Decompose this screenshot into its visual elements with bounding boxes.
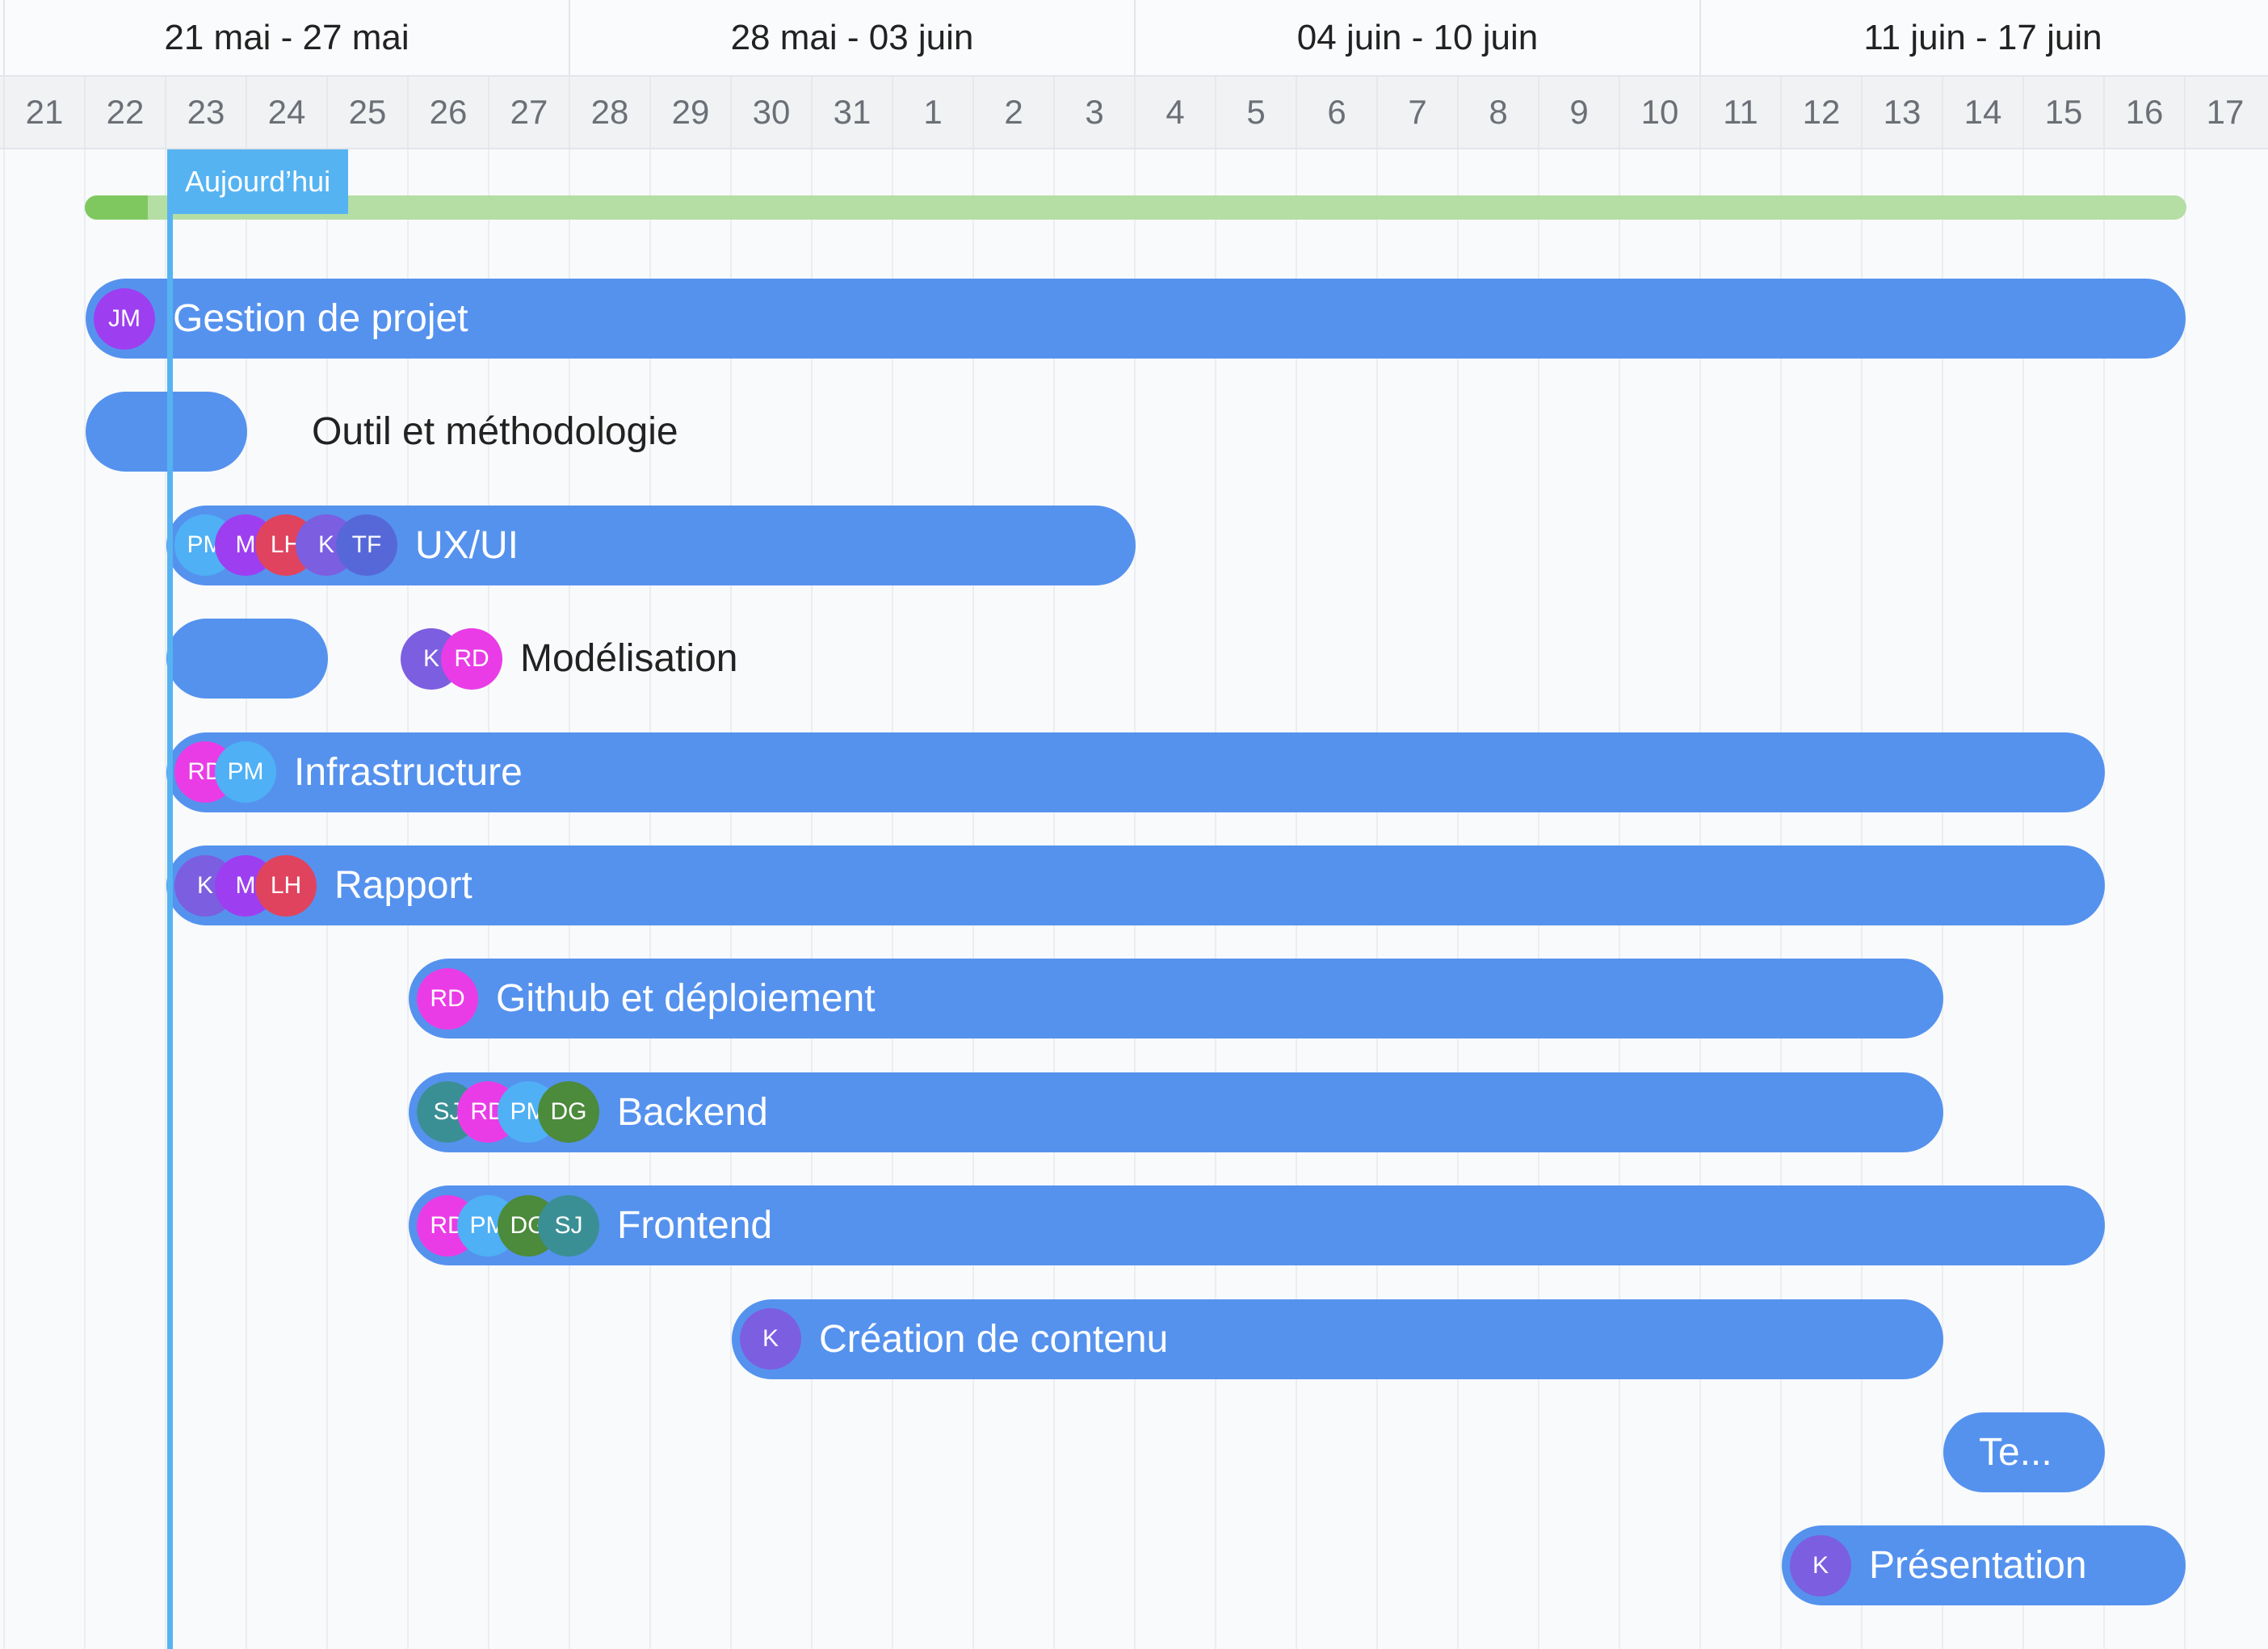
day-header: 24 (246, 77, 326, 148)
day-grid-line (165, 149, 166, 1649)
day-header: 2 (972, 77, 1053, 148)
task-label: Création de contenu (819, 1317, 1169, 1361)
day-header: 16 (2103, 77, 2184, 148)
avatar[interactable]: RD (417, 967, 478, 1030)
task-content: Te... (1951, 1412, 2052, 1492)
week-header-row: 21 mai - 27 mai 28 mai - 03 juin 04 juin -… (0, 0, 2268, 77)
task-label: Modélisation (520, 637, 738, 681)
task-content: PM M LH K TF UX/UI (174, 506, 519, 585)
task-content: RD Github et déploiement (417, 959, 876, 1038)
task-label: Github et déploiement (496, 977, 876, 1021)
day-header: 4 (1134, 77, 1215, 148)
day-header: 1 (892, 77, 972, 148)
day-header: 27 (488, 77, 569, 148)
task-content: K M LH Rapport (174, 845, 472, 925)
day-header: 3 (1053, 77, 1134, 148)
task-content: JM Gestion de projet (94, 279, 468, 359)
task-label: Gestion de projet (173, 297, 468, 340)
task-label: Infrastructure (294, 750, 523, 794)
task-label: Backend (617, 1090, 768, 1134)
day-header: 30 (730, 77, 811, 148)
task-content: RD PM Infrastructure (174, 732, 523, 812)
day-header: 23 (165, 77, 246, 148)
day-grid-line (84, 149, 86, 1649)
gantt-chart: 21 mai - 27 mai 28 mai - 03 juin 04 juin -… (0, 0, 2268, 1649)
week-header: 28 mai - 03 juin (569, 0, 1134, 75)
avatar[interactable]: DG (538, 1081, 599, 1143)
task-content: K Création de contenu (740, 1299, 1168, 1379)
day-header-row: 21 22 23 24 25 26 27 28 29 30 31 1 2 3 4 5 6 7 8 9 10 11 12 13 1… (0, 77, 2268, 149)
task-content: Outil et méthodologie (312, 392, 678, 472)
day-header: 9 (1538, 77, 1619, 148)
assignee-avatars: RD PM (174, 741, 276, 804)
today-marker-label[interactable]: Aujourd’hui (167, 149, 349, 214)
day-grid-line (2103, 149, 2105, 1649)
day-grid-line (3, 149, 5, 1649)
today-marker-line (167, 149, 173, 1649)
assignee-avatars: K (740, 1308, 801, 1370)
avatar[interactable]: SJ (538, 1194, 599, 1257)
avatar[interactable]: LH (255, 854, 317, 917)
task-label: Présentation (1869, 1544, 2087, 1588)
task-label: Te... (1979, 1431, 2052, 1474)
assignee-avatars: PM M LH K TF (174, 514, 397, 577)
assignee-avatars: K RD (401, 627, 502, 690)
day-grid-line (2184, 149, 2186, 1649)
day-header: 5 (1215, 77, 1296, 148)
task-bar[interactable] (166, 619, 328, 699)
task-label: Outil et méthodologie (312, 410, 678, 454)
avatar[interactable]: PM (215, 741, 276, 804)
day-header: 10 (1619, 77, 1699, 148)
day-header: 8 (1457, 77, 1538, 148)
day-header: 7 (1376, 77, 1457, 148)
day-header: 13 (1861, 77, 1942, 148)
overall-progress-fill (85, 195, 149, 220)
task-label: Rapport (334, 864, 472, 907)
week-header: 11 juin - 17 juin (1699, 0, 2265, 75)
day-header: 29 (649, 77, 730, 148)
day-header: 14 (1942, 77, 2022, 148)
day-header: 15 (2022, 77, 2103, 148)
task-content: RD PM DG SJ Frontend (417, 1185, 772, 1265)
day-header: 6 (1296, 77, 1376, 148)
task-label: Frontend (617, 1204, 773, 1248)
day-header: 28 (569, 77, 649, 148)
avatar[interactable]: TF (336, 514, 397, 577)
day-header: 11 (1699, 77, 1780, 148)
avatar[interactable]: JM (94, 287, 155, 350)
day-header: 26 (407, 77, 488, 148)
avatar[interactable]: RD (441, 627, 502, 690)
day-header: 17 (2184, 77, 2265, 148)
avatar[interactable]: K (1790, 1534, 1851, 1597)
week-header: 04 juin - 10 juin (1134, 0, 1699, 75)
task-content: K RD Modélisation (401, 619, 737, 699)
assignee-avatars: JM (94, 287, 155, 350)
task-content: SJ RD PM DG Backend (417, 1072, 768, 1152)
task-content: K Présentation (1790, 1525, 2087, 1605)
assignee-avatars: RD (417, 967, 478, 1030)
assignee-avatars: K (1790, 1534, 1851, 1597)
task-bar[interactable] (86, 392, 247, 472)
avatar[interactable]: K (740, 1308, 801, 1370)
assignee-avatars: K M LH (174, 854, 317, 917)
day-header: 22 (84, 77, 165, 148)
overall-progress-bar (85, 195, 2186, 220)
task-label: UX/UI (415, 523, 519, 567)
day-header: 25 (326, 77, 407, 148)
day-header: 31 (811, 77, 892, 148)
assignee-avatars: SJ RD PM DG (417, 1081, 599, 1143)
day-header: 21 (3, 77, 84, 148)
day-header: 12 (1780, 77, 1861, 148)
week-header: 21 mai - 27 mai (3, 0, 569, 75)
assignee-avatars: RD PM DG SJ (417, 1194, 599, 1257)
